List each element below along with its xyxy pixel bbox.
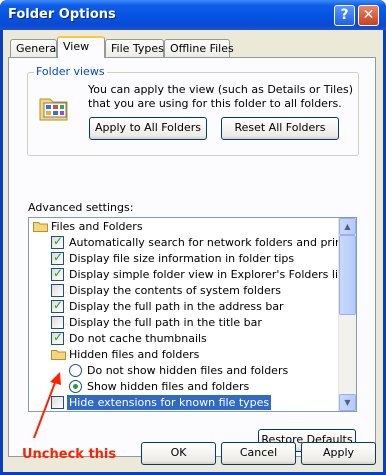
option-label: Display the contents of system folders [69,284,281,297]
window-title: Folder Options [8,7,116,22]
option-label: Display simple folder view in Explorer's… [69,268,349,281]
checkbox[interactable] [51,284,64,297]
list-item-checkbox[interactable]: ✓ Do not cache thumbnails [29,330,340,347]
list-item-radio[interactable]: Show hidden files and folders [29,379,340,395]
checkbox[interactable]: ✓ [51,330,64,345]
title-bar[interactable]: Folder Options ? ✕ [0,0,386,30]
list-item-checkbox[interactable]: ✓ Display file size information in folde… [29,250,340,267]
radio-button[interactable] [69,364,82,377]
scroll-thumb[interactable] [339,235,356,315]
list-item-checkbox[interactable]: Display the contents of system folders [29,283,340,299]
checkbox[interactable]: ✓ [51,298,64,313]
annotation-arrow-icon [33,372,61,439]
tab-offline-files[interactable]: Offline Files [164,39,234,57]
folder-views-legend: Folder views [34,65,107,78]
list-item-checkbox[interactable]: ✓ Display simple folder view in Explorer… [29,266,348,283]
option-label: Hide extensions for known file types [67,395,272,410]
option-label: Do not show hidden files and folders [87,364,289,377]
apply-button[interactable]: Apply [301,442,376,465]
tree-label: Files and Folders [51,220,143,233]
option-label: Automatically search for network folders… [69,236,357,249]
checkbox[interactable] [51,316,64,329]
tree-folder-files-and-folders: Files and Folders [29,219,340,235]
folder-views-group: Folder views You can apply the view (suc… [27,65,359,156]
folder-views-icon [39,98,68,121]
help-button[interactable]: ? [334,5,355,26]
folder-icon [33,222,48,232]
cancel-button[interactable]: Cancel [221,442,296,465]
ok-button[interactable]: OK [141,442,216,465]
list-item-radio[interactable]: Do not show hidden files and folders [29,363,340,379]
option-label: Show hidden files and folders [87,380,250,393]
reset-all-folders-button[interactable]: Reset All Folders [221,117,339,140]
list-item-checkbox[interactable]: ✓ Automatically search for network folde… [29,234,356,251]
annotation-text: Uncheck this [22,447,117,462]
folder-icon [51,350,66,360]
dialog-client-area: General View File Types Offline Files Fo… [3,30,383,472]
option-label: Display file size information in folder … [69,252,295,265]
list-item-checkbox[interactable]: ✓ Display the full path in the address b… [29,298,340,315]
scroll-up-arrow-icon[interactable]: ▲ [339,218,356,235]
advanced-settings-list[interactable]: Files and Folders ✓ Automatically search… [28,217,357,412]
option-label: Do not cache thumbnails [69,332,207,345]
checkbox[interactable]: ✓ [51,234,64,249]
folder-views-description: You can apply the view (such as Details … [88,83,353,110]
tree-folder-hidden-files: Hidden files and folders [29,347,340,363]
tab-file-types[interactable]: File Types [105,39,164,57]
apply-to-all-folders-button[interactable]: Apply to All Folders [89,117,207,140]
option-label: Display the full path in the title bar [69,316,262,329]
scroll-down-arrow-icon[interactable]: ▼ [339,394,356,411]
list-item-checkbox[interactable]: Display the full path in the title bar [29,315,340,331]
folder-options-window: Folder Options ? ✕ General View File Typ… [0,0,386,475]
tab-view[interactable]: View [57,36,105,58]
checkbox[interactable]: ✓ [51,250,64,265]
checkbox[interactable]: ✓ [51,266,64,281]
close-button[interactable]: ✕ [358,5,379,26]
option-label: Display the full path in the address bar [69,300,284,313]
advanced-settings-label: Advanced settings: [28,201,134,214]
tab-general[interactable]: General [10,39,59,57]
vertical-scrollbar[interactable]: ▲ ▼ [338,218,356,411]
radio-button[interactable] [69,380,82,393]
tree-label: Hidden files and folders [69,348,200,361]
list-item-checkbox-selected[interactable]: Hide extensions for known file types [29,395,340,411]
